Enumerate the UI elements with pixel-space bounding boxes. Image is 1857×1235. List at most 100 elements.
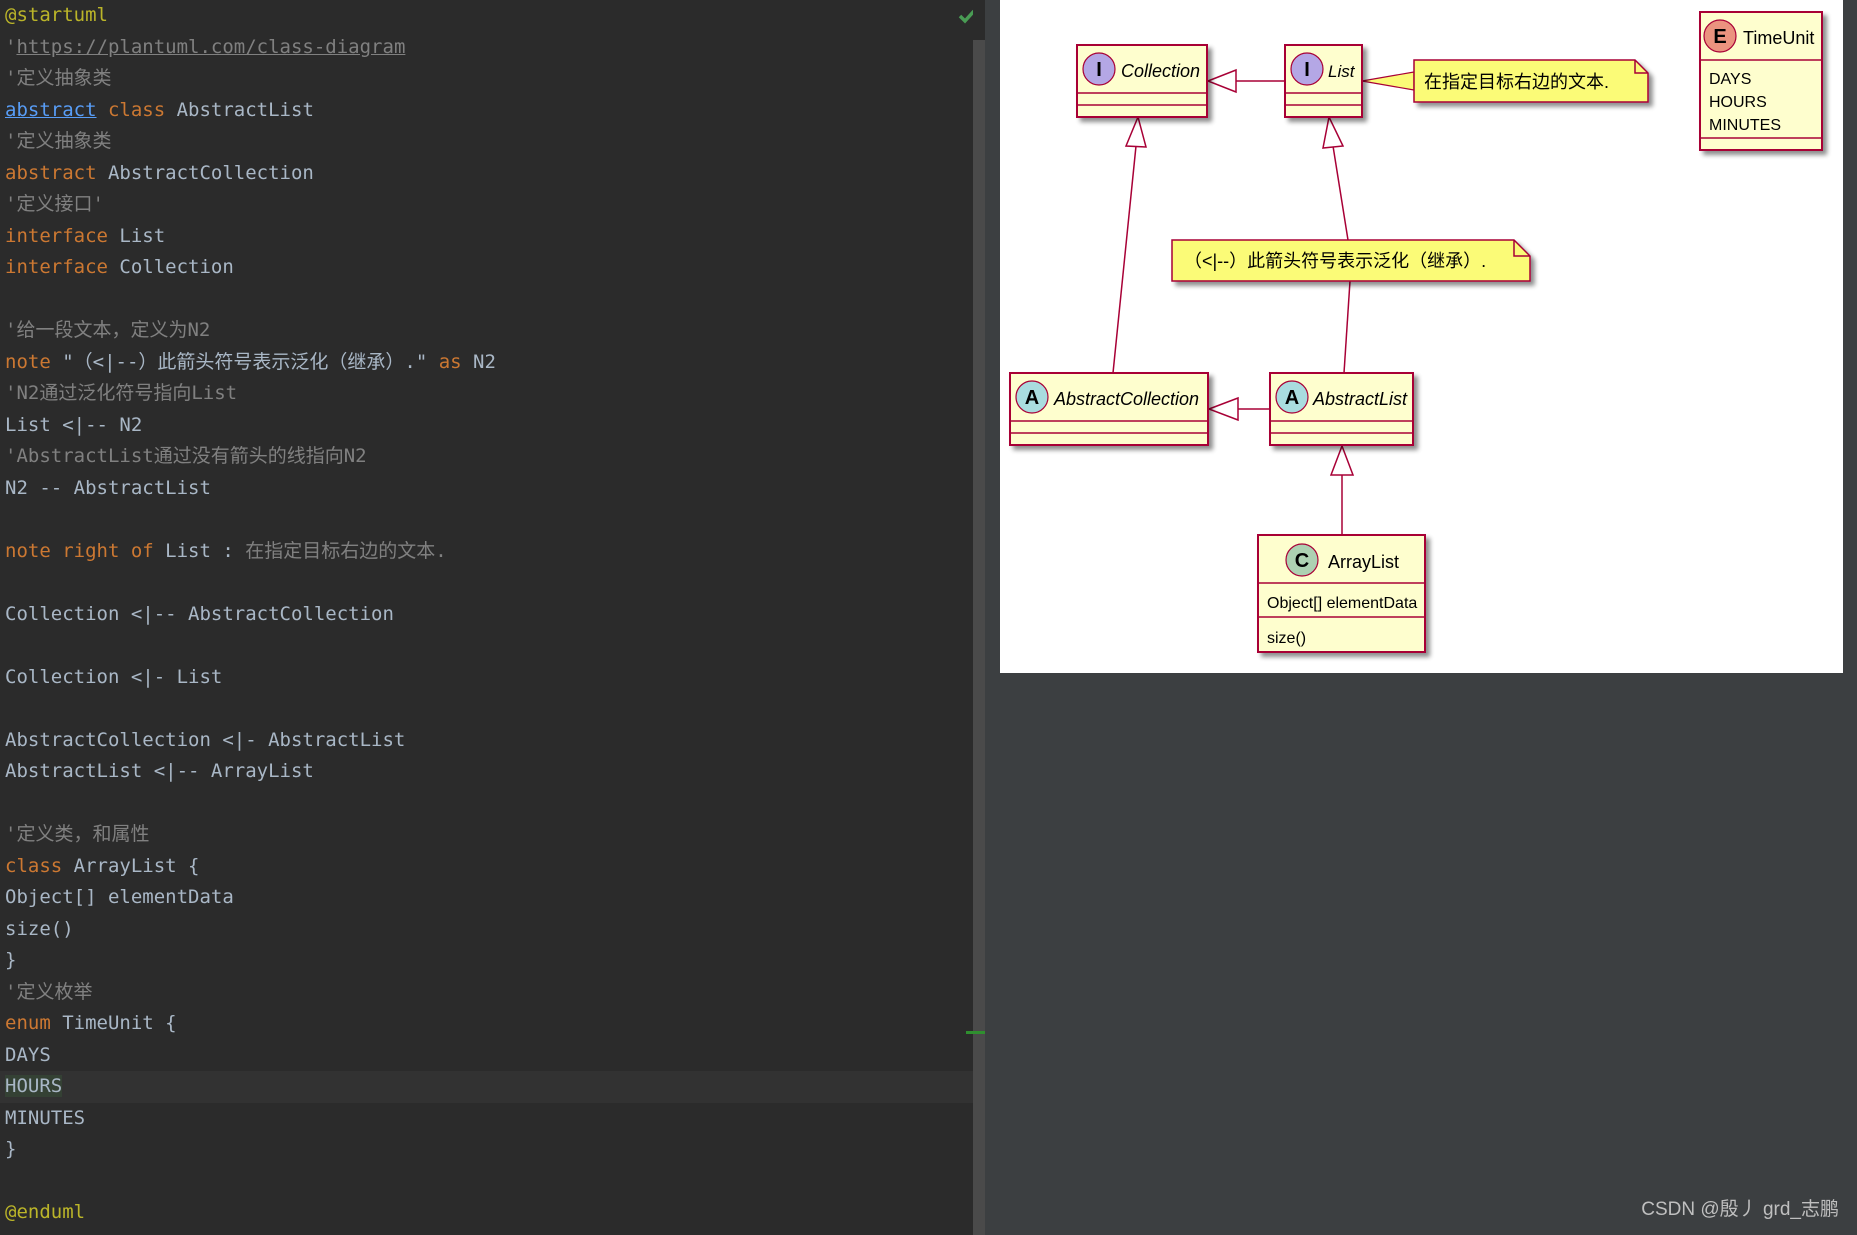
code-token: DAYS (5, 1043, 51, 1066)
code-link[interactable]: abstract (5, 99, 97, 121)
code-token: 'N2通过泛化符号指向List (5, 382, 238, 404)
code-token: '定义枚举 (5, 980, 93, 1003)
code-token: interface (5, 256, 108, 278)
svg-text:E: E (1713, 26, 1726, 48)
code-line[interactable]: interface List (5, 221, 165, 253)
code-line[interactable]: AbstractList <|-- ArrayList (5, 756, 314, 788)
code-line[interactable]: N2 -- AbstractList (5, 473, 211, 505)
code-token: } (5, 949, 17, 971)
code-token: MINUTES (5, 1106, 86, 1129)
class-abstractlist[interactable]: A AbstractList (1269, 372, 1414, 446)
note-list[interactable]: 在指定目标右边的文本. (1413, 59, 1649, 103)
code-line[interactable]: HOURS (0, 1071, 973, 1103)
class-collection[interactable]: I Collection (1076, 44, 1208, 118)
code-line[interactable]: 'AbstractList通过没有箭头的线指向N2 (5, 441, 367, 473)
code-line[interactable]: class ArrayList { (5, 851, 199, 883)
code-line[interactable]: note "（<|--）此箭头符号表示泛化（继承）." as N2 (5, 347, 496, 379)
code-line[interactable]: interface Collection (5, 252, 234, 284)
code-link[interactable]: https://plantuml.com/class-diagram (16, 36, 405, 58)
svg-text:AbstractList: AbstractList (1312, 389, 1408, 409)
svg-text:I: I (1304, 59, 1310, 81)
code-line[interactable]: } (5, 945, 16, 977)
code-line[interactable]: MINUTES (5, 1103, 85, 1135)
svg-text:ArrayList: ArrayList (1328, 552, 1399, 572)
code-token: Collection <|- List (5, 665, 223, 688)
code-line[interactable]: enum TimeUnit { (5, 1008, 177, 1040)
svg-text:HOURS: HOURS (1709, 94, 1767, 111)
code-token: List : (153, 539, 246, 562)
code-line[interactable]: @enduml (5, 1197, 85, 1229)
code-line[interactable]: '定义枚举 (5, 977, 92, 1009)
svg-text:size(): size() (1267, 630, 1306, 647)
note-n2[interactable]: （<|--）此箭头符号表示泛化（继承）. (1171, 239, 1531, 282)
code-line[interactable]: DAYS (5, 1040, 51, 1072)
code-token: as (438, 350, 462, 373)
code-line[interactable]: List <|-- N2 (5, 410, 142, 442)
code-editor[interactable]: @startuml 'https://plantuml.com/class-dia… (0, 0, 976, 1235)
code-line[interactable]: '给一段文本，定义为N2 (5, 315, 210, 347)
class-list[interactable]: I List (1284, 44, 1363, 118)
code-line[interactable]: 'N2通过泛化符号指向List (5, 378, 237, 410)
code-token: @enduml (5, 1201, 86, 1223)
svg-text:在指定目标右边的文本.: 在指定目标右边的文本. (1424, 72, 1609, 92)
code-token: 在指定目标右边的文本. (245, 539, 447, 562)
diagram-preview: I Collection I List 在指定目标右边的文本. （<|--）此箭… (1000, 0, 1843, 673)
code-line[interactable]: } (5, 1134, 16, 1166)
code-token: Collection <|-- AbstractCollection (5, 602, 394, 625)
code-token: note (5, 350, 51, 373)
code-line[interactable]: @startuml (5, 0, 108, 32)
svg-text:A: A (1025, 387, 1039, 409)
code-line[interactable]: 'https://plantuml.com/class-diagram (5, 32, 405, 64)
code-token: class (107, 98, 166, 121)
edge-abstractcollection-to-collection (1112, 114, 1147, 374)
code-line[interactable]: abstract class AbstractList (5, 95, 314, 127)
svg-text:A: A (1285, 387, 1299, 409)
edge-arraylist-to-abstractlist (1329, 443, 1355, 535)
code-line[interactable]: Object[] elementData (5, 882, 234, 914)
code-token: 'AbstractList通过没有箭头的线指向N2 (5, 445, 367, 467)
code-line[interactable]: Collection <|- List (5, 662, 222, 694)
class-arraylist[interactable]: C ArrayList Object[] elementData size() (1257, 534, 1426, 653)
svg-text:TimeUnit: TimeUnit (1743, 28, 1814, 48)
code-token: AbstractCollection <|- AbstractList (5, 728, 406, 751)
code-token: note right of (5, 539, 154, 562)
code-line[interactable]: '定义抽象类 (5, 63, 111, 95)
code-token: @startuml (5, 4, 108, 26)
svg-text:MINUTES: MINUTES (1709, 117, 1781, 134)
svg-text:Collection: Collection (1121, 61, 1200, 81)
editor-scrollbar-thumb[interactable] (973, 40, 985, 1235)
code-token: List (107, 224, 166, 247)
svg-text:（<|--）此箭头符号表示泛化（继承）.: （<|--）此箭头符号表示泛化（继承）. (1184, 251, 1486, 271)
code-line[interactable]: Collection <|-- AbstractCollection (5, 599, 394, 631)
code-token: AbstractCollection (96, 161, 314, 184)
code-line[interactable]: abstract AbstractCollection (5, 158, 314, 190)
code-line[interactable]: note right of List : 在指定目标右边的文本. (5, 536, 447, 568)
code-line[interactable]: '定义类，和属性 (5, 819, 149, 851)
code-token: List <|-- N2 (5, 413, 143, 436)
code-token: ' (5, 35, 17, 58)
code-token: ArrayList { (62, 854, 200, 877)
code-token: "（<|--）此箭头符号表示泛化（继承）." (50, 350, 439, 373)
class-abstractcollection[interactable]: A AbstractCollection (1009, 372, 1209, 446)
code-token: '定义类，和属性 (5, 823, 150, 845)
svg-text:I: I (1096, 59, 1102, 81)
code-token: Object[] elementData (5, 886, 234, 908)
uml-diagram: I Collection I List 在指定目标右边的文本. （<|--）此箭… (1009, 11, 1823, 653)
code-token: Collection (107, 256, 234, 278)
svg-text:Object[] elementData: Object[] elementData (1267, 595, 1417, 612)
code-line[interactable]: '定义抽象类 (5, 126, 111, 158)
edge-abstractlist-to-abstractcollection (1206, 396, 1270, 422)
code-token: class (5, 854, 63, 877)
code-token: N2 (461, 350, 496, 373)
svg-text:C: C (1295, 550, 1309, 572)
edge-n2-to-list (1322, 114, 1349, 241)
enum-timeunit[interactable]: E TimeUnit DAYS HOURS MINUTES (1699, 11, 1823, 151)
code-token: N2 -- AbstractList (5, 476, 211, 499)
svg-text:DAYS: DAYS (1709, 71, 1751, 88)
code-line[interactable]: size() (5, 914, 74, 946)
code-token: AbstractList <|-- ArrayList (5, 760, 314, 782)
code-token: '定义接口' (5, 193, 104, 215)
split-divider[interactable] (985, 0, 1000, 1235)
code-line[interactable]: AbstractCollection <|- AbstractList (5, 725, 405, 757)
code-line[interactable]: '定义接口' (5, 189, 104, 221)
